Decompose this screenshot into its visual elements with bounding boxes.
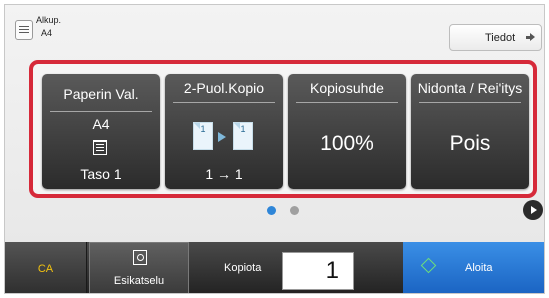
page-dot-2[interactable] [290,206,299,215]
copies-label: Kopiota [224,262,262,274]
divider [173,102,275,103]
finishing-value: Pois [449,132,491,155]
start-label: Aloita [465,262,493,274]
paper-tray: Taso 1 [80,166,122,182]
paper-select-tile[interactable]: Paperin Val. A4 Taso 1 [42,74,160,189]
details-button[interactable]: Tiedot [449,24,542,51]
bottom-bar: CA Esikatselu Kopiota 1 Aloita [5,242,544,293]
copy-screen: Alkup. A4 Tiedot Paperin Val. A4 Taso 1 … [4,4,545,294]
page-indicator [267,206,307,218]
divider [50,111,152,112]
original-icon [15,20,33,40]
copy-ratio-title: Kopiosuhde [310,80,384,96]
duplex-copy-tile[interactable]: 2-Puol.Kopio 1 1 1 → 1 [165,74,283,189]
details-label: Tiedot [485,31,516,44]
divider [419,102,521,103]
finishing-title: Nidonta / Rei'itys [417,80,523,96]
paper-select-title: Paperin Val. [63,86,139,102]
finishing-tile[interactable]: Nidonta / Rei'itys Pois [411,74,529,189]
duplex-title: 2-Puol.Kopio [183,80,265,96]
source-page: 1 [193,122,213,150]
copies-input[interactable]: 1 [282,252,354,290]
start-icon [420,257,437,274]
original-settings[interactable]: Alkup. A4 [15,14,61,40]
duplex-icon: 1 1 [193,122,255,152]
ca-label: CA [37,262,54,275]
tray-icon [93,140,107,155]
copy-ratio-value: 100% [320,132,374,155]
output-page: 1 [233,122,253,150]
page-dot-1[interactable] [267,206,276,215]
preview-button[interactable]: Esikatselu [89,242,189,293]
divider [296,102,398,103]
function-tiles-group: Paperin Val. A4 Taso 1 2-Puol.Kopio 1 1 … [29,60,537,198]
preview-icon [133,250,147,265]
duplex-value: 1 → 1 [205,166,243,182]
copies-area: Kopiota 1 [193,242,383,293]
copy-ratio-tile[interactable]: Kopiosuhde 100% [288,74,406,189]
next-page-icon[interactable] [523,200,543,220]
original-size: A4 [41,28,53,38]
arrow-right-icon [526,33,535,42]
preview-label: Esikatselu [113,275,165,287]
ca-button[interactable]: CA [5,242,87,293]
original-label: Alkup. [36,15,62,25]
paper-size: A4 [92,116,110,132]
start-button[interactable]: Aloita [403,242,544,293]
